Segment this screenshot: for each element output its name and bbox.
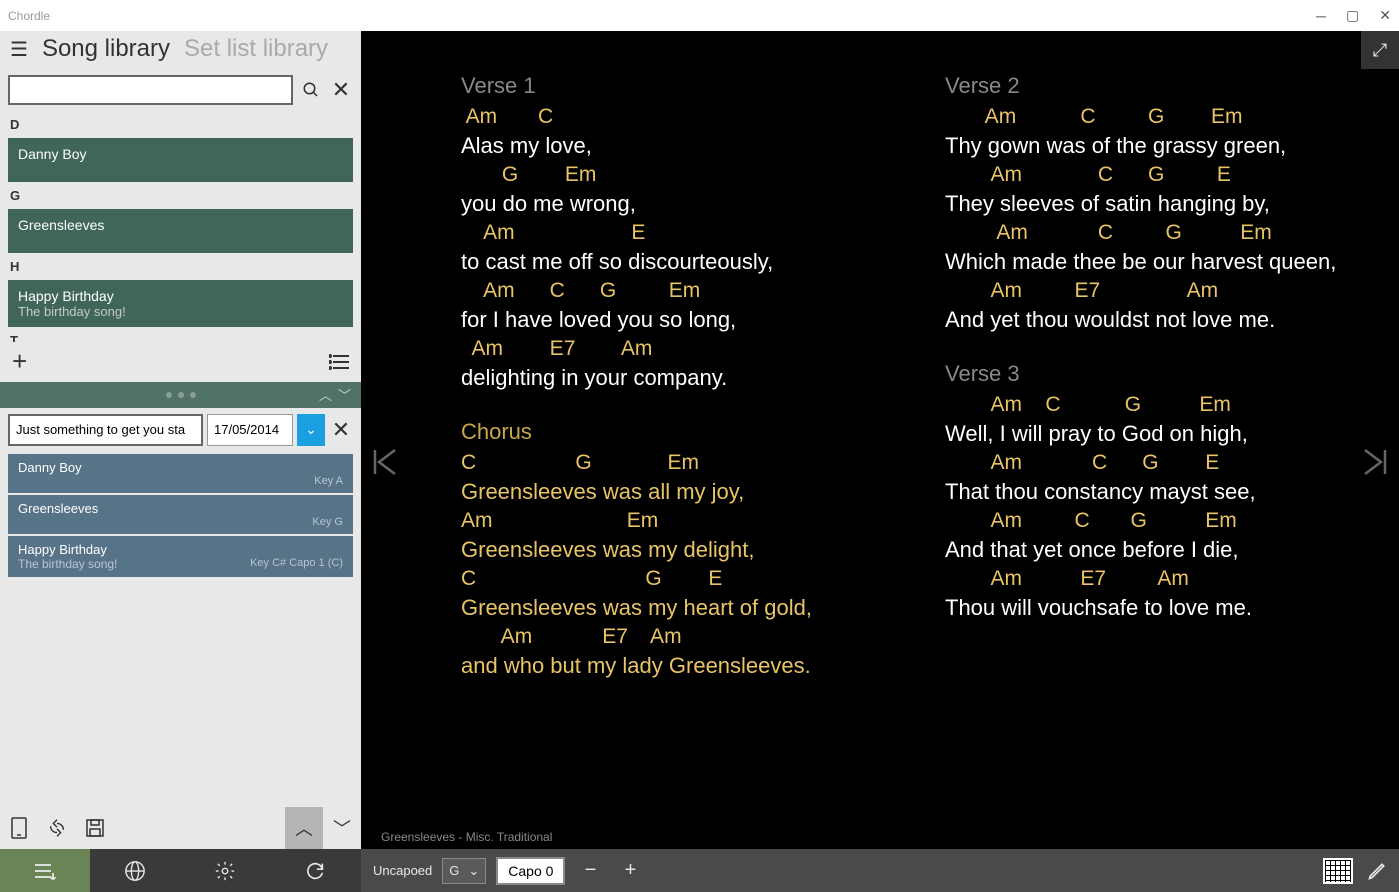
- lyric-line: to cast me off so discourteously,: [461, 247, 885, 277]
- minimize-button[interactable]: ─: [1316, 8, 1326, 24]
- add-song-icon[interactable]: +: [12, 346, 27, 377]
- list-view-icon[interactable]: [329, 354, 349, 370]
- chord-line: Am C G E: [945, 449, 1369, 477]
- lyric-line: delighting in your company.: [461, 363, 885, 393]
- song-list: D Danny Boy G Greensleeves H Happy Birth…: [0, 113, 361, 342]
- lyric-line: and who but my lady Greensleeves.: [461, 651, 885, 681]
- device-icon[interactable]: [0, 807, 38, 849]
- app-title: Chordle: [8, 9, 1316, 23]
- key-select[interactable]: G ⌄: [442, 858, 486, 884]
- prev-page-icon[interactable]: [371, 446, 399, 478]
- move-down-icon[interactable]: ﹀: [323, 807, 361, 849]
- tab-song-library[interactable]: Song library: [42, 35, 170, 63]
- bottom-nav: [0, 849, 361, 892]
- nav-web-icon[interactable]: [90, 849, 180, 892]
- uncapoed-label: Uncapoed: [373, 863, 432, 878]
- setlist-items: Danny Boy Key A Greensleeves Key G Happy…: [0, 452, 361, 579]
- chord-line: C G Em: [461, 449, 885, 477]
- chord-line: Am Em: [461, 507, 885, 535]
- setlist-name-input[interactable]: [8, 414, 203, 446]
- lyric-line: Greensleeves was all my joy,: [461, 477, 885, 507]
- lyric-line: They sleeves of satin hanging by,: [945, 189, 1369, 219]
- nav-library-icon[interactable]: [0, 849, 90, 892]
- content-area: ⤢ Verse 1 Am C Alas my love, G Em you do…: [361, 31, 1399, 892]
- setlist-date-input[interactable]: 17/05/2014: [207, 414, 293, 446]
- lyric-line: And that yet once before I die,: [945, 535, 1369, 565]
- chord-line: Am E: [461, 219, 885, 247]
- sync-icon[interactable]: [38, 807, 76, 849]
- chord-line: Am E7 Am: [461, 335, 885, 363]
- edit-icon[interactable]: [1367, 861, 1387, 881]
- nav-settings-icon[interactable]: [180, 849, 270, 892]
- chord-line: Am C G Em: [945, 103, 1369, 131]
- chord-line: Am C G E: [945, 161, 1369, 189]
- lyric-line: That thou constancy mayst see,: [945, 477, 1369, 507]
- letter-header: D: [0, 113, 361, 136]
- chord-line: Am E7 Am: [461, 623, 885, 651]
- next-page-icon[interactable]: [1361, 446, 1389, 478]
- letter-header: T: [0, 329, 361, 342]
- save-icon[interactable]: [76, 807, 114, 849]
- setlist-item[interactable]: Danny Boy Key A: [8, 454, 353, 493]
- close-button[interactable]: ✕: [1379, 7, 1391, 24]
- section-verse1: Verse 1: [461, 71, 885, 101]
- letter-header: H: [0, 255, 361, 278]
- chord-line: Am C: [461, 103, 885, 131]
- expand-icon[interactable]: ⤢: [1361, 31, 1399, 69]
- section-verse3: Verse 3: [945, 359, 1369, 389]
- chord-line: Am C G Em: [945, 507, 1369, 535]
- chord-line: C G E: [461, 565, 885, 593]
- lyric-line: you do me wrong,: [461, 189, 885, 219]
- lyric-line: for I have loved you so long,: [461, 305, 885, 335]
- divider-bar[interactable]: ︿ ﹀: [0, 382, 361, 408]
- titlebar: Chordle ─ ▢ ✕: [0, 0, 1399, 31]
- chord-line: Am E7 Am: [945, 277, 1369, 305]
- capo-plus-button[interactable]: +: [615, 859, 645, 882]
- chord-grid-icon[interactable]: [1323, 858, 1353, 884]
- content-footer: Greensleeves - Misc. Traditional: [361, 825, 1399, 849]
- clear-search-icon[interactable]: ✕: [329, 75, 353, 105]
- song-item-happy[interactable]: Happy Birthday The birthday song!: [8, 280, 353, 327]
- chord-line: Am C G Em: [945, 219, 1369, 247]
- search-icon[interactable]: [299, 75, 323, 105]
- collapse-up-icon[interactable]: ︿: [319, 385, 332, 404]
- chevron-down-icon: ⌄: [468, 863, 479, 879]
- lyric-line: Thou will vouchsafe to love me.: [945, 593, 1369, 623]
- search-input[interactable]: [8, 75, 293, 105]
- nav-refresh-icon[interactable]: [270, 849, 360, 892]
- song-item-danny[interactable]: Danny Boy: [8, 138, 353, 182]
- capo-box[interactable]: Capo 0: [496, 857, 565, 885]
- setlist-item[interactable]: Happy Birthday The birthday song!Key C# …: [8, 536, 353, 577]
- setlist-close-icon[interactable]: ✕: [329, 414, 353, 446]
- hamburger-icon[interactable]: ☰: [10, 37, 28, 62]
- chord-line: Am C G Em: [945, 391, 1369, 419]
- move-up-icon[interactable]: ︿: [285, 807, 323, 849]
- bottom-toolbar: ︿ ﹀: [0, 807, 361, 849]
- sidebar: ☰ Song library Set list library ✕ D Dann…: [0, 31, 361, 892]
- chord-line: G Em: [461, 161, 885, 189]
- maximize-button[interactable]: ▢: [1346, 7, 1359, 24]
- song-item-greensleeves[interactable]: Greensleeves: [8, 209, 353, 253]
- lyric-line: Alas my love,: [461, 131, 885, 161]
- capo-minus-button[interactable]: −: [575, 859, 605, 882]
- lyric-line: Greensleeves was my delight,: [461, 535, 885, 565]
- lyric-line: And yet thou wouldst not love me.: [945, 305, 1369, 335]
- setlist-item[interactable]: Greensleeves Key G: [8, 495, 353, 534]
- section-verse2: Verse 2: [945, 71, 1369, 101]
- chord-line: Am C G Em: [461, 277, 885, 305]
- section-chorus: Chorus: [461, 417, 885, 447]
- letter-header: G: [0, 184, 361, 207]
- lyric-line: Well, I will pray to God on high,: [945, 419, 1369, 449]
- lyric-line: Which made thee be our harvest queen,: [945, 247, 1369, 277]
- content-bottombar: Uncapoed G ⌄ Capo 0 − +: [361, 849, 1399, 892]
- tab-setlist-library[interactable]: Set list library: [184, 35, 328, 63]
- drag-handle-icon[interactable]: [166, 392, 196, 398]
- lyric-line: Greensleeves was my heart of gold,: [461, 593, 885, 623]
- collapse-down-icon[interactable]: ﹀: [338, 385, 351, 404]
- chord-line: Am E7 Am: [945, 565, 1369, 593]
- lyric-line: Thy gown was of the grassy green,: [945, 131, 1369, 161]
- setlist-dropdown-icon[interactable]: ⌄: [297, 414, 325, 446]
